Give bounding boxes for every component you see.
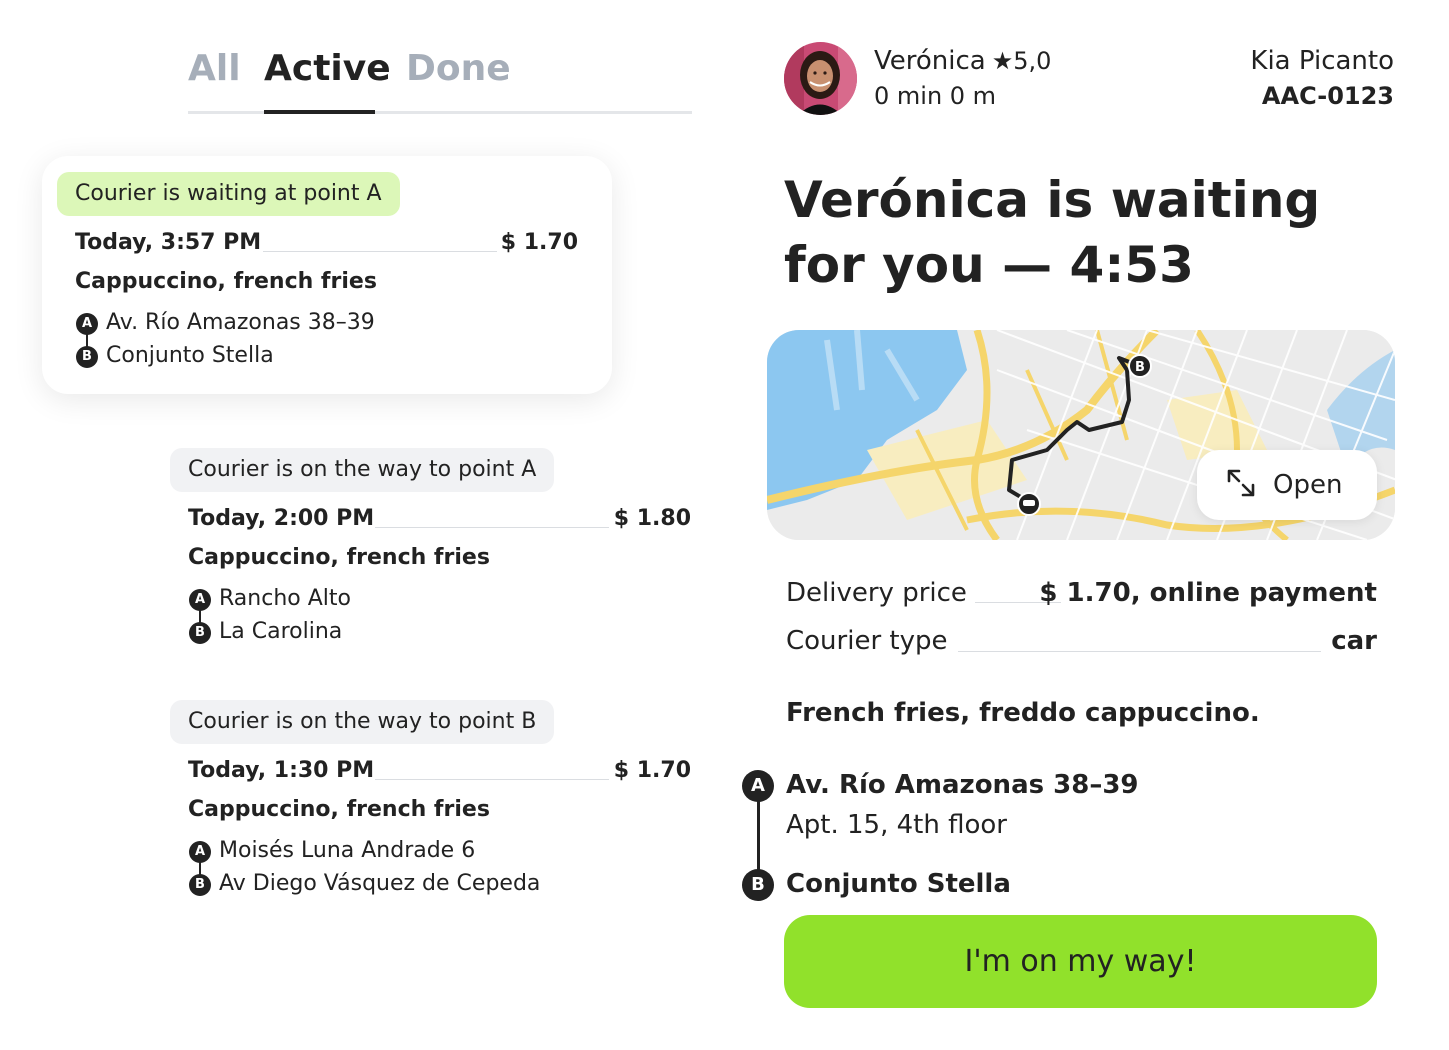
order-price: $ 1.70 <box>500 230 578 255</box>
point-b-icon: B <box>189 874 211 896</box>
order-items: Cappuccino, french fries <box>188 797 490 822</box>
courier-avatar <box>784 42 857 115</box>
pickup-address-text: Moisés Luna Andrade 6 <box>219 838 476 863</box>
map-point-b-label: B <box>1135 360 1145 375</box>
tab-done[interactable]: Done <box>406 48 511 89</box>
point-a-icon: A <box>742 770 774 802</box>
status-badge: Courier is on the way to point A <box>170 448 555 492</box>
divider <box>375 527 609 528</box>
order-description: French fries, freddo cappuccino. <box>786 698 1260 728</box>
dropoff-address-text: La Carolina <box>219 619 343 644</box>
delivery-price-label: Delivery price <box>786 578 967 608</box>
courier-eta: 0 min 0 m <box>874 82 997 110</box>
star-icon: ★ <box>991 47 1014 75</box>
courier-type-value: car <box>1331 626 1377 656</box>
license-plate: AAC-0123 <box>1261 82 1394 110</box>
car-model: Kia Picanto <box>1250 46 1394 76</box>
expand-icon <box>1227 469 1255 497</box>
tab-all[interactable]: All <box>188 48 241 89</box>
tab-active[interactable]: Active <box>264 48 391 89</box>
point-b-icon: B <box>189 622 211 644</box>
courier-rating: 5,0 <box>1013 47 1052 75</box>
pickup-address: A Moisés Luna Andrade 6 <box>189 838 475 864</box>
page-title: Verónica is waiting for you — 4:53 <box>784 168 1344 298</box>
order-items: Cappuccino, french fries <box>188 545 490 570</box>
dropoff-address: B Conjunto Stella <box>76 343 274 369</box>
delivery-price-value: $ 1.70, online payment <box>1039 578 1377 608</box>
active-tab-indicator <box>264 110 375 114</box>
point-b-icon: B <box>76 346 98 368</box>
divider <box>958 651 1321 652</box>
pickup-address-details: Apt. 15, 4th floor <box>786 810 1007 840</box>
dropoff-address: B La Carolina <box>189 619 342 645</box>
courier-type-label: Courier type <box>786 626 948 656</box>
headline-line-2: for you — 4:53 <box>784 236 1194 294</box>
order-price: $ 1.80 <box>613 506 691 531</box>
headline-line-1: Verónica is waiting <box>784 171 1321 229</box>
dropoff-address: B Av Diego Vásquez de Cepeda <box>189 871 540 897</box>
order-items: Cappuccino, french fries <box>75 269 377 294</box>
divider <box>375 779 609 780</box>
pickup-address-text: Av. Río Amazonas 38–39 <box>106 310 375 335</box>
pickup-address-text: Rancho Alto <box>219 586 351 611</box>
dropoff-address-text: Conjunto Stella <box>106 343 274 368</box>
pickup-address: A Av. Río Amazonas 38–39 <box>76 310 375 336</box>
order-tabs: All Active Done <box>188 48 692 114</box>
divider <box>263 251 497 252</box>
open-map-label: Open <box>1273 470 1343 500</box>
point-b-icon: B <box>742 869 774 901</box>
order-time: Today, 2:00 PM <box>188 506 375 531</box>
status-badge: Courier is waiting at point A <box>57 172 400 216</box>
status-badge: Courier is on the way to point B <box>170 700 555 744</box>
order-time: Today, 3:57 PM <box>75 230 262 255</box>
on-my-way-button[interactable]: I'm on my way! <box>784 915 1377 1008</box>
pickup-address: A Rancho Alto <box>189 586 351 612</box>
courier-name-row: Verónica ★5,0 <box>874 46 1051 76</box>
dropoff-address-text: Av Diego Vásquez de Cepeda <box>219 871 541 896</box>
order-time: Today, 1:30 PM <box>188 758 375 783</box>
open-map-button[interactable]: Open <box>1197 450 1377 520</box>
courier-name: Verónica <box>874 46 986 76</box>
dropoff-address: Conjunto Stella <box>786 869 1011 899</box>
order-price: $ 1.70 <box>613 758 691 783</box>
route-connector <box>757 800 760 878</box>
pickup-address: Av. Río Amazonas 38–39 <box>786 770 1139 800</box>
